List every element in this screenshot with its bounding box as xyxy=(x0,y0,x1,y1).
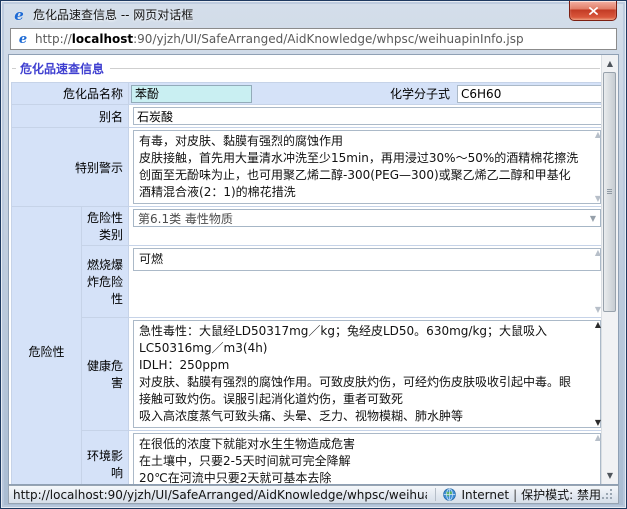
ie-icon: e xyxy=(11,7,27,23)
fieldset-legend: 危化品速查信息 xyxy=(10,56,602,80)
status-protected-mode: 保护模式: 禁用 xyxy=(521,486,601,503)
title-bar: e 危化品速查信息 -- 网页对话框 xyxy=(1,1,626,28)
legend-line-right xyxy=(110,68,600,69)
url-scheme: http:// xyxy=(35,32,72,46)
scrollbar-up-icon[interactable]: ▲ xyxy=(602,56,618,71)
alias-input[interactable] xyxy=(133,107,602,125)
close-button[interactable] xyxy=(569,1,617,21)
status-bar: http://localhost:90/yjzh/UI/SafeArranged… xyxy=(8,485,619,504)
page-scrollbar[interactable]: ▲ ▼ xyxy=(601,55,618,484)
danger-category-value: 第6.1类 毒性物质 xyxy=(138,210,233,227)
flammability-label: 燃烧爆炸危险性 xyxy=(82,246,129,318)
name-label: 危化品名称 xyxy=(12,83,129,105)
danger-category-select[interactable]: 第6.1类 毒性物质 ▼ xyxy=(133,209,601,227)
flammability-cell: 可燃 ▲ ▼ xyxy=(129,246,602,318)
formula-label: 化学分子式 xyxy=(253,85,456,102)
warning-cell: 有毒，对皮肤、黏膜有强烈的腐蚀作用 皮肤接触，首先用大量清水冲洗至少15min，… xyxy=(129,128,602,207)
health-label: 健康危害 xyxy=(82,318,129,431)
status-zone: Internet xyxy=(461,488,509,502)
table-row: 特别警示 有毒，对皮肤、黏膜有强烈的腐蚀作用 皮肤接触，首先用大量清水冲洗至少1… xyxy=(12,128,603,207)
table-row: 危化品名称 化学分子式 xyxy=(12,83,603,105)
scrollbar-thumb[interactable] xyxy=(603,72,616,312)
internet-globe-icon xyxy=(443,488,456,501)
chemical-info-table: 危化品名称 化学分子式 别名 xyxy=(11,82,602,484)
health-cell: 急性毒性：大鼠经LD50317mg／kg；兔经皮LD50。630mg/kg；大鼠… xyxy=(129,318,602,431)
warning-textarea[interactable]: 有毒，对皮肤、黏膜有强烈的腐蚀作用 皮肤接触，首先用大量清水冲洗至少15min，… xyxy=(133,130,601,204)
danger-group-label: 危险性 xyxy=(12,207,82,485)
name-formula-cell: 化学分子式 xyxy=(129,83,602,105)
page-body: 危化品速查信息 危化品名称 化学分子式 别名 xyxy=(9,55,602,484)
status-pipe: | xyxy=(513,488,517,502)
table-row: 环境影响 在很低的浓度下就能对水生生物造成危害 在土壤中，只要2-5天时间就可完… xyxy=(12,431,603,485)
environment-label: 环境影响 xyxy=(82,431,129,485)
page-title: 危化品速查信息 xyxy=(20,60,104,77)
window-title: 危化品速查信息 -- 网页对话框 xyxy=(33,6,193,23)
environment-cell: 在很低的浓度下就能对水生生物造成危害 在土壤中，只要2-5天时间就可完全降解 2… xyxy=(129,431,602,485)
url-domain: localhost xyxy=(72,32,133,46)
alias-label: 别名 xyxy=(12,105,129,128)
scrollbar-down-icon[interactable]: ▼ xyxy=(602,468,618,483)
category-label: 危险性类别 xyxy=(82,207,129,246)
chemical-name-input[interactable] xyxy=(131,85,252,103)
flammability-textarea[interactable]: 可燃 xyxy=(133,248,601,271)
legend-line-left xyxy=(12,68,16,69)
dropdown-arrow-icon: ▼ xyxy=(590,214,596,223)
alias-cell xyxy=(129,105,602,128)
address-bar-row: e http://localhost:90/yjzh/UI/SafeArrang… xyxy=(1,28,626,54)
scrollbar-grip xyxy=(607,189,612,194)
table-row: 燃烧爆炸危险性 可燃 ▲ ▼ xyxy=(12,246,603,318)
address-field: e http://localhost:90/yjzh/UI/SafeArrang… xyxy=(10,28,617,50)
table-row: 健康危害 急性毒性：大鼠经LD50317mg／kg；兔经皮LD50。630mg/… xyxy=(12,318,603,431)
resize-grip-icon[interactable] xyxy=(601,488,614,501)
page-ie-icon: e xyxy=(16,32,30,46)
close-icon xyxy=(589,7,598,15)
environment-textarea[interactable]: 在很低的浓度下就能对水生生物造成危害 在土壤中，只要2-5天时间就可完全降解 2… xyxy=(133,433,601,484)
dialog-window: e 危化品速查信息 -- 网页对话框 e http://localhost:90… xyxy=(0,0,627,509)
dialog-content: 危化品速查信息 危化品名称 化学分子式 别名 xyxy=(8,54,619,485)
warning-label: 特别警示 xyxy=(12,128,129,207)
status-separator xyxy=(435,488,436,501)
url-path: :90/yjzh/UI/SafeArranged/AidKnowledge/wh… xyxy=(133,32,523,46)
status-url: http://localhost:90/yjzh/UI/SafeArranged… xyxy=(13,488,427,502)
health-textarea[interactable]: 急性毒性：大鼠经LD50317mg／kg；兔经皮LD50。630mg/kg；大鼠… xyxy=(133,320,601,428)
table-row: 别名 xyxy=(12,105,603,128)
category-cell: 第6.1类 毒性物质 ▼ xyxy=(129,207,602,246)
table-row: 危险性 危险性类别 第6.1类 毒性物质 ▼ xyxy=(12,207,603,246)
formula-input[interactable] xyxy=(457,85,602,103)
